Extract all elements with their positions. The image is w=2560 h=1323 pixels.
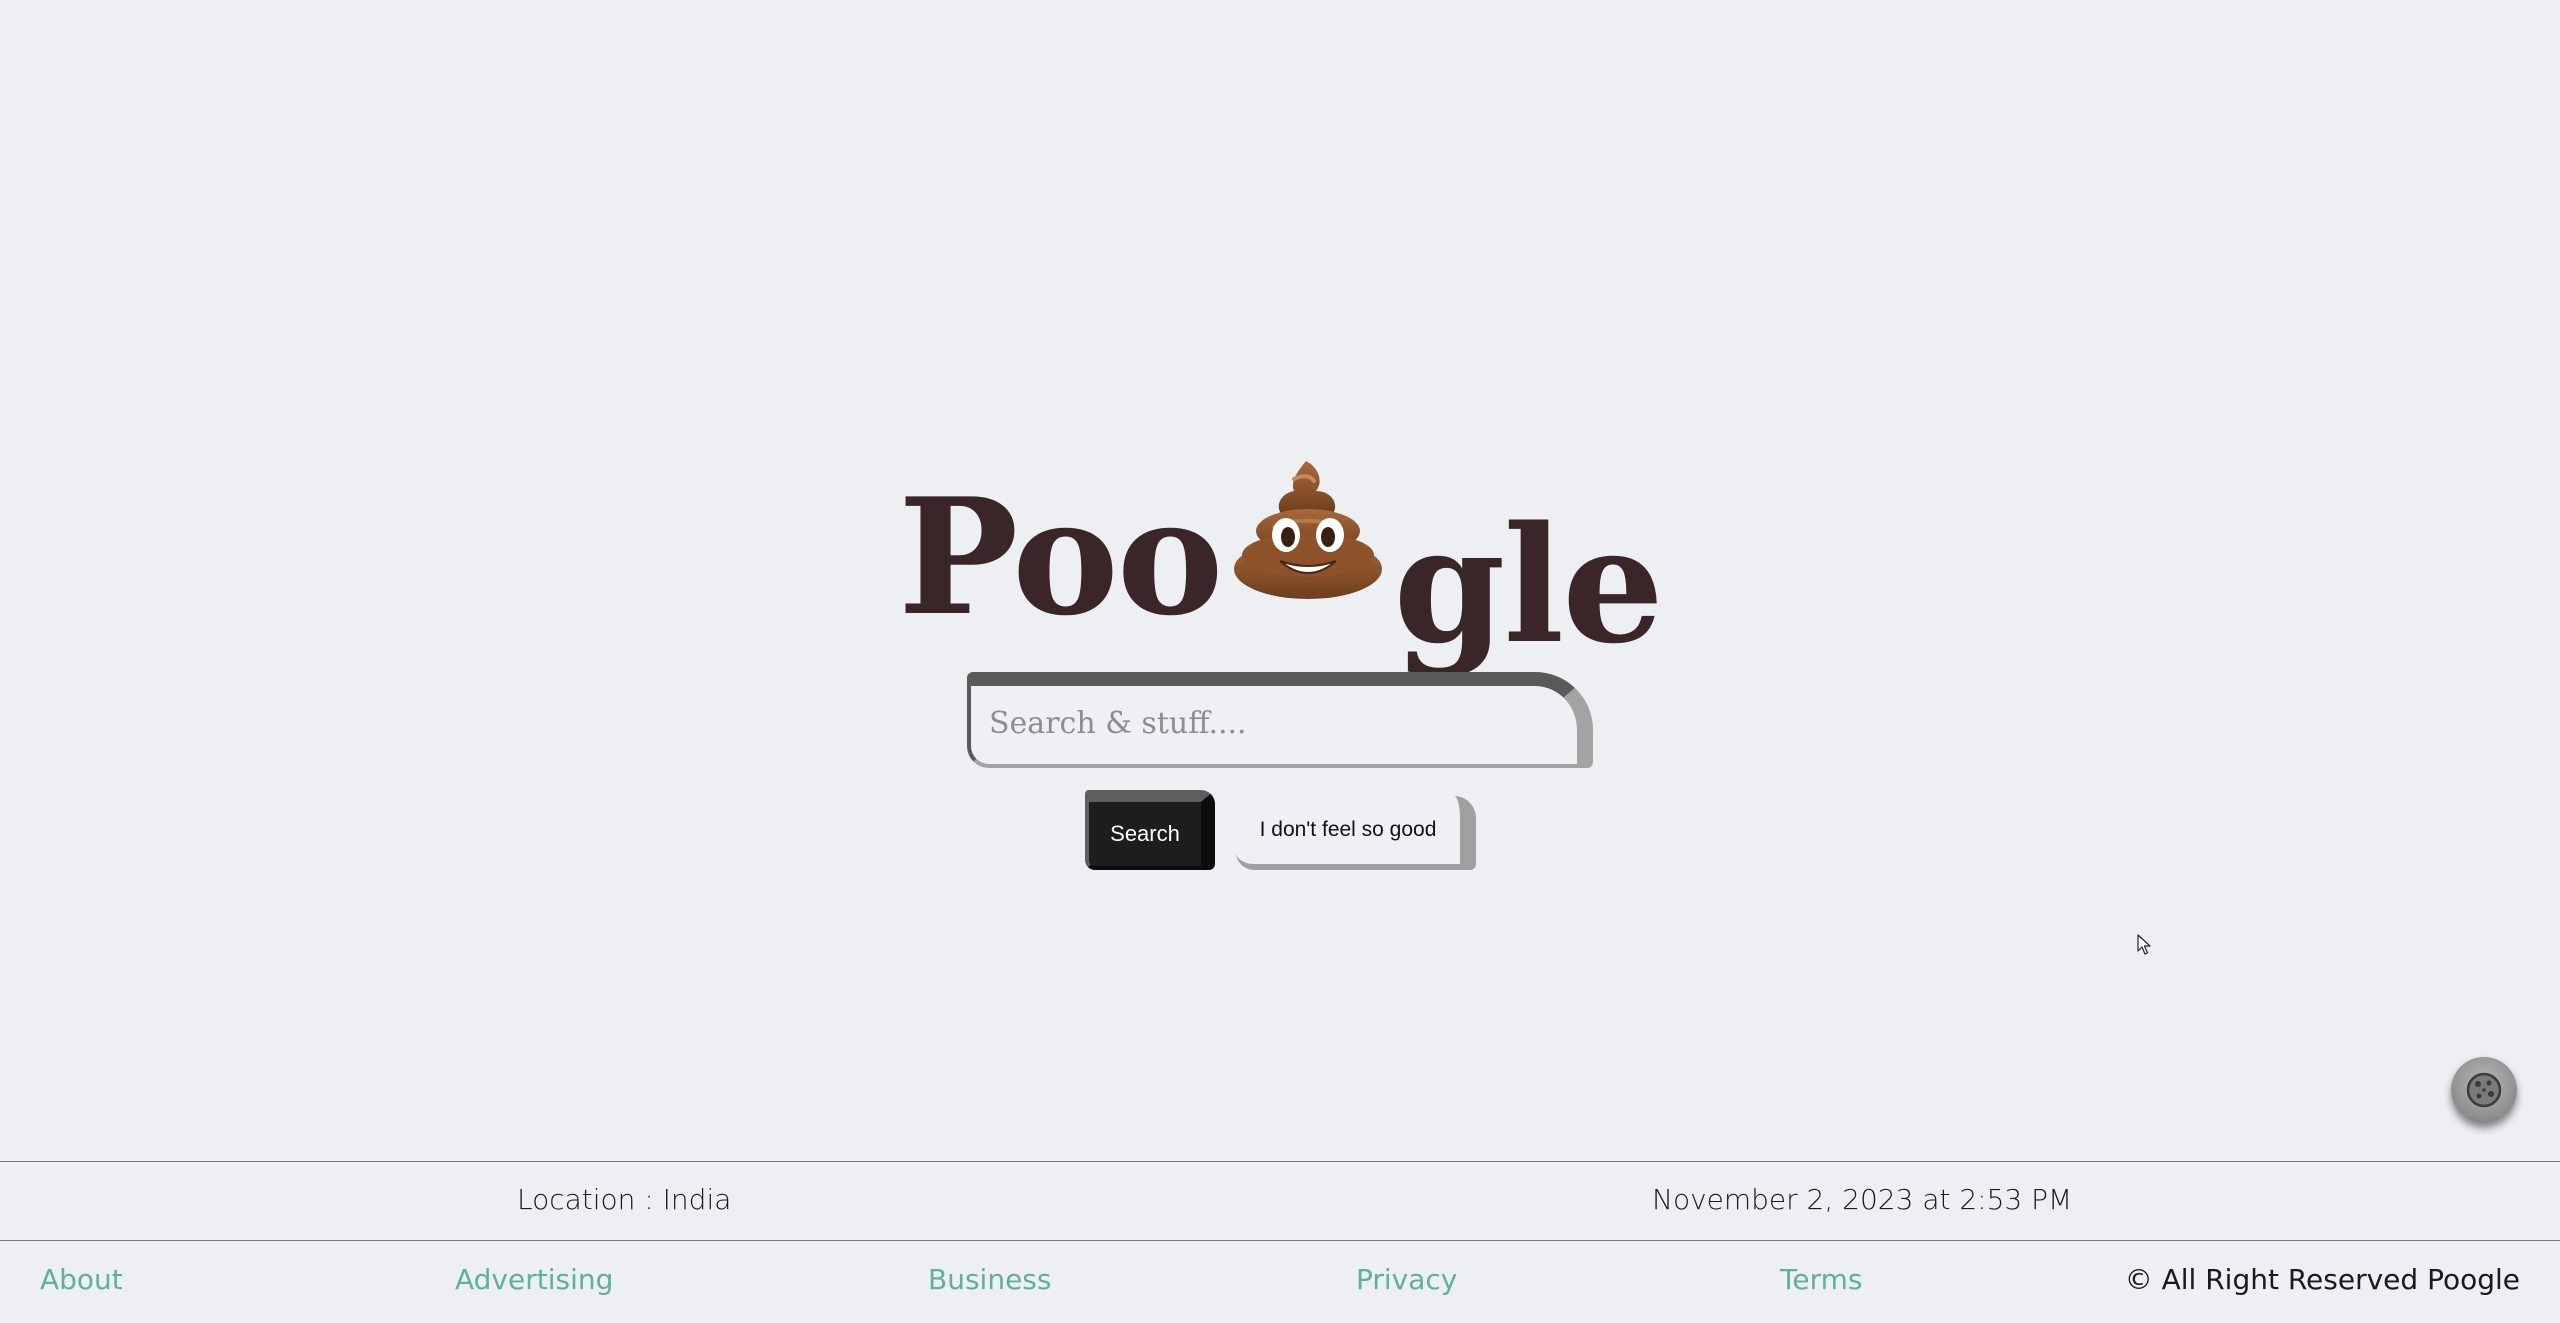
feeling-lucky-button[interactable]: I don't feel so good [1236, 796, 1476, 870]
search-box [967, 672, 1593, 768]
footer-links-bar: About Advertising Business Privacy Terms… [0, 1241, 2560, 1323]
footer-link-about[interactable]: About [40, 1263, 123, 1296]
footer-info-bar: Location : India November 2, 2023 at 2:5… [0, 1161, 2560, 1241]
search-input[interactable] [987, 686, 1551, 760]
logo: Poo gle [0, 455, 2560, 665]
cookie-settings-button[interactable] [2451, 1057, 2517, 1123]
logo-text-left: Poo [898, 463, 1223, 651]
search-button[interactable]: Search [1085, 790, 1215, 870]
datetime-text: November 2, 2023 at 2:53 PM [1652, 1183, 2073, 1216]
search-button-label: Search [1110, 821, 1180, 846]
footer-link-advertising[interactable]: Advertising [455, 1263, 613, 1296]
feeling-lucky-button-label: I don't feel so good [1259, 818, 1437, 841]
poogle-home-page: Poo gle Search & stuff.... Search I don'… [0, 0, 2560, 1323]
footer-link-privacy[interactable]: Privacy [1356, 1263, 1457, 1296]
cookie-icon [2466, 1072, 2502, 1108]
mouse-cursor-icon [2137, 934, 2151, 955]
logo-text-right: gle [1393, 491, 1664, 679]
footer-link-business[interactable]: Business [928, 1263, 1051, 1296]
location-text: Location : India [517, 1183, 732, 1216]
poop-emoji-icon [1233, 461, 1382, 599]
copyright-text: © All Right Reserved Poogle [2124, 1263, 2520, 1296]
footer-link-terms[interactable]: Terms [1780, 1263, 1862, 1296]
